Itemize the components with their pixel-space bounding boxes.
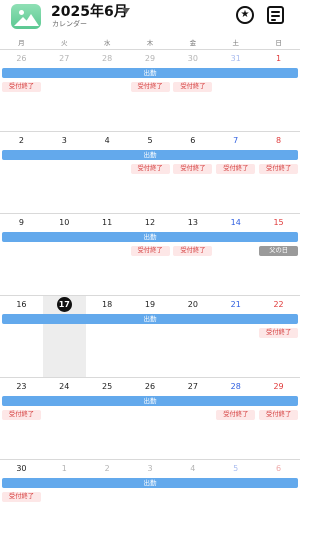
- weekday-label: 土: [232, 39, 239, 47]
- header: 2025年6月 カレンダー ★: [0, 0, 300, 36]
- weekday-label: 月: [18, 39, 25, 47]
- day-cell[interactable]: 5: [129, 136, 172, 145]
- event-bar[interactable]: 出勤: [2, 314, 298, 324]
- day-cell[interactable]: 7: [214, 136, 257, 145]
- day-cell[interactable]: 13: [171, 218, 214, 227]
- day-cell[interactable]: 3: [43, 136, 86, 145]
- note-icon-line: [271, 15, 280, 17]
- event-chip[interactable]: 受付終了: [173, 82, 213, 92]
- divider: [0, 459, 300, 460]
- day-cell[interactable]: 6: [171, 136, 214, 145]
- week-row: 30 1 2 3 4 5 6 出勤受付終了: [0, 459, 300, 541]
- day-cell[interactable]: 3: [129, 464, 172, 473]
- event-chip[interactable]: 受付終了: [173, 164, 213, 174]
- day-cell[interactable]: 19: [129, 300, 172, 309]
- star-icon: ★: [240, 9, 250, 20]
- event-chip[interactable]: 受付終了: [2, 82, 41, 92]
- event-chip[interactable]: 受付終了: [130, 164, 170, 174]
- day-cell[interactable]: 2: [86, 464, 129, 473]
- week-row: 23 24 25 26 27 28 29 出勤 受付終了 受付終了 受付終了: [0, 377, 300, 459]
- weekday-label: 水: [103, 39, 111, 47]
- day-cell[interactable]: 10: [43, 218, 86, 227]
- day-cell[interactable]: 29: [257, 382, 300, 391]
- today-marker: 17: [56, 297, 72, 312]
- event-bar[interactable]: 出勤: [2, 232, 298, 242]
- event-bar[interactable]: 出勤: [2, 150, 298, 160]
- day-cell[interactable]: 28: [86, 54, 129, 63]
- note-icon-line: [271, 19, 276, 21]
- event-chip[interactable]: 受付終了: [173, 246, 213, 256]
- day-cell[interactable]: 14: [214, 218, 257, 227]
- event-bar[interactable]: 出勤: [2, 478, 298, 488]
- day-cell[interactable]: 29: [129, 54, 172, 63]
- week-row: 16 17 18 19 20 21 22 出勤受付終了: [0, 295, 300, 377]
- day-cell[interactable]: 4: [171, 464, 214, 473]
- weekday-header: 月 火 水 木 金 土 日: [0, 37, 300, 49]
- day-cell[interactable]: 5: [214, 464, 257, 473]
- note-icon[interactable]: [267, 6, 284, 24]
- weekday-label: 火: [61, 39, 68, 47]
- event-chip[interactable]: 受付終了: [2, 410, 41, 420]
- day-cell[interactable]: 30: [171, 54, 214, 63]
- day-cell[interactable]: 23: [0, 382, 43, 391]
- day-cell[interactable]: 18: [86, 300, 129, 309]
- divider: [0, 377, 300, 378]
- day-cell[interactable]: 17: [43, 297, 86, 312]
- week-row: 9 10 11 12 13 14 15 出勤受付終了 受付終了 父の日: [0, 213, 300, 295]
- week-row: 2 3 4 5 6 7 8 出勤 受付終了 受付終了 受付終了 受付終了: [0, 131, 300, 213]
- week-row: 26 27 28 29 30 31 1 出勤 受付終了 受付終了 受付終了: [0, 49, 300, 131]
- day-cell[interactable]: 25: [86, 382, 129, 391]
- day-cell[interactable]: 8: [257, 136, 300, 145]
- weekday-label: 木: [146, 39, 154, 47]
- day-cell[interactable]: 31: [214, 54, 257, 63]
- day-cell[interactable]: 11: [86, 218, 129, 227]
- day-cell[interactable]: 27: [171, 382, 214, 391]
- day-cell[interactable]: 2: [0, 136, 43, 145]
- event-bar[interactable]: 出勤: [2, 396, 298, 406]
- day-cell[interactable]: 26: [0, 54, 43, 63]
- day-cell[interactable]: 6: [257, 464, 300, 473]
- day-cell[interactable]: 20: [171, 300, 214, 309]
- day-cell[interactable]: 26: [129, 382, 172, 391]
- event-bar[interactable]: 出勤: [2, 68, 298, 78]
- event-chip[interactable]: 受付終了: [2, 492, 41, 502]
- event-chip[interactable]: 受付終了: [259, 410, 299, 420]
- day-cell[interactable]: 9: [0, 218, 43, 227]
- image-icon-mountain: [23, 14, 39, 26]
- event-chip[interactable]: 受付終了: [216, 164, 256, 174]
- weekday-label: 日: [275, 39, 282, 47]
- divider: [0, 295, 300, 296]
- day-cell[interactable]: 12: [129, 218, 172, 227]
- image-icon[interactable]: [11, 4, 41, 29]
- day-cell[interactable]: 24: [43, 382, 86, 391]
- chevron-down-icon[interactable]: [122, 8, 130, 14]
- day-cell[interactable]: 16: [0, 300, 43, 309]
- holiday-chip[interactable]: 父の日: [259, 246, 299, 256]
- day-cell[interactable]: 28: [214, 382, 257, 391]
- day-cell[interactable]: 4: [86, 136, 129, 145]
- event-chip[interactable]: 受付終了: [130, 82, 170, 92]
- day-cell[interactable]: 1: [257, 54, 300, 63]
- day-cell[interactable]: 15: [257, 218, 300, 227]
- day-cell[interactable]: 22: [257, 300, 300, 309]
- event-chip[interactable]: 受付終了: [216, 410, 256, 420]
- day-cell[interactable]: 30: [0, 464, 43, 473]
- event-chip[interactable]: 受付終了: [259, 164, 299, 174]
- page-subtitle: カレンダー: [52, 20, 87, 28]
- month-title[interactable]: 2025年6月: [51, 1, 128, 21]
- divider: [0, 131, 300, 132]
- divider: [0, 49, 300, 50]
- day-cell[interactable]: 1: [43, 464, 86, 473]
- event-chip[interactable]: 受付終了: [259, 328, 299, 338]
- event-chip[interactable]: 受付終了: [130, 246, 170, 256]
- day-cell[interactable]: 21: [214, 300, 257, 309]
- day-cell[interactable]: 27: [43, 54, 86, 63]
- note-icon-line: [271, 11, 280, 13]
- divider: [0, 213, 300, 214]
- weekday-label: 金: [189, 39, 197, 47]
- star-circle-icon[interactable]: ★: [236, 6, 254, 24]
